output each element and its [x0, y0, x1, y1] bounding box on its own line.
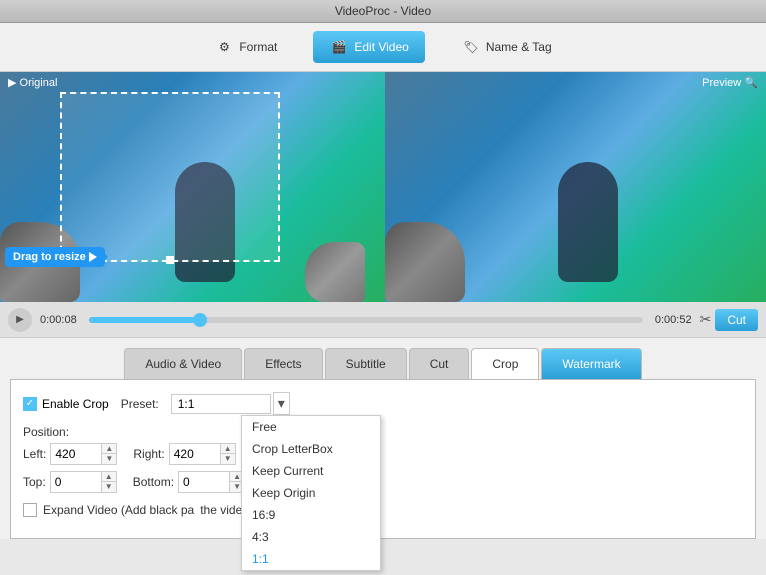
edit-video-icon: 🎬 — [329, 37, 349, 57]
drag-tooltip: Drag to resize — [5, 247, 105, 267]
drag-arrow-icon — [89, 252, 97, 262]
name-tag-label: Name & Tag — [486, 40, 552, 54]
tab-effects[interactable]: Effects — [244, 348, 322, 379]
expand-video-row: Expand Video (Add black pa the video) — [23, 503, 743, 517]
bottom-input[interactable] — [179, 473, 229, 491]
title-bar: VideoProc - Video — [0, 0, 766, 23]
timeline-slider[interactable] — [89, 317, 643, 323]
bottom-field-group: Bottom: ▲ ▼ — [133, 471, 245, 493]
format-button[interactable]: ⚙ Format — [198, 31, 293, 63]
left-spinner-up[interactable]: ▲ — [102, 444, 116, 454]
toolbar: ⚙ Format 🎬 Edit Video 🏷 Name & Tag — [0, 23, 766, 72]
enable-crop-row: ✓ Enable Crop Preset: ▾ — [23, 392, 743, 415]
right-label: Right: — [133, 447, 164, 461]
format-icon: ⚙ — [214, 37, 234, 57]
cut-button[interactable]: Cut — [715, 309, 758, 331]
preset-input[interactable] — [171, 394, 271, 414]
crop-overlay[interactable] — [60, 92, 280, 262]
end-time: 0:00:52 — [655, 314, 692, 326]
right-input-wrap[interactable]: ▲ ▼ — [169, 443, 236, 465]
original-video-panel: Drag to resize — [0, 72, 385, 302]
left-spinner-down[interactable]: ▼ — [102, 454, 116, 464]
dropdown-item-keep-current[interactable]: Keep Current — [242, 460, 380, 482]
name-tag-icon: 🏷 — [461, 37, 481, 57]
timeline-fill — [89, 317, 200, 323]
video-area: ▶ Original Preview 🔍 Drag to resize — [0, 72, 766, 302]
preset-label: Preset: — [121, 397, 159, 411]
crop-handle-bottom[interactable] — [166, 256, 174, 264]
left-input-wrap[interactable]: ▲ ▼ — [50, 443, 117, 465]
tab-crop[interactable]: Crop — [471, 348, 539, 379]
enable-crop-text: Enable Crop — [42, 397, 109, 411]
right-spinner-up[interactable]: ▲ — [221, 444, 235, 454]
preview-label: Preview 🔍 — [702, 76, 758, 89]
left-field-group: Left: ▲ ▼ — [23, 443, 117, 465]
fields-row-bottom: Top: ▲ ▼ Bottom: ▲ — [23, 471, 743, 493]
title-text: VideoProc - Video — [335, 4, 431, 18]
preset-dropdown-arrow[interactable]: ▾ — [273, 392, 290, 415]
right-input[interactable] — [170, 445, 220, 463]
tab-cut[interactable]: Cut — [409, 348, 470, 379]
format-label: Format — [239, 40, 277, 54]
scissors-icon: ✂ — [700, 311, 712, 328]
position-label: Position: — [23, 425, 743, 439]
dropdown-item-16-9[interactable]: 16:9 — [242, 504, 380, 526]
tabs-row: Audio & Video Effects Subtitle Cut Crop … — [0, 348, 766, 379]
left-input[interactable] — [51, 445, 101, 463]
tab-watermark[interactable]: Watermark — [541, 348, 641, 379]
left-spinners[interactable]: ▲ ▼ — [101, 444, 116, 464]
video-background-right — [385, 72, 766, 302]
original-label: ▶ Original — [8, 76, 57, 89]
top-label: Top: — [23, 475, 46, 489]
start-time: 0:00:08 — [40, 314, 77, 326]
edit-video-label: Edit Video — [354, 40, 409, 54]
tab-subtitle[interactable]: Subtitle — [325, 348, 407, 379]
cut-button-group: ✂ Cut — [700, 309, 758, 331]
bottom-input-wrap[interactable]: ▲ ▼ — [178, 471, 245, 493]
top-input-wrap[interactable]: ▲ ▼ — [50, 471, 117, 493]
enable-crop-checkbox[interactable]: ✓ — [23, 397, 37, 411]
dropdown-item-4-3[interactable]: 4:3 — [242, 526, 380, 548]
enable-crop-checkbox-label[interactable]: ✓ Enable Crop — [23, 397, 109, 411]
tab-audio-video[interactable]: Audio & Video — [124, 348, 242, 379]
dropdown-item-keep-origin[interactable]: Keep Origin — [242, 482, 380, 504]
right-field-group: Right: ▲ ▼ — [133, 443, 235, 465]
right-spinner-down[interactable]: ▼ — [221, 454, 235, 464]
crop-content-panel: ✓ Enable Crop Preset: ▾ Free Crop Letter… — [10, 379, 756, 539]
top-spinners[interactable]: ▲ ▼ — [101, 472, 116, 492]
preset-dropdown-menu: Free Crop LetterBox Keep Current Keep Or… — [241, 415, 381, 571]
expand-video-label: Expand Video (Add black pa — [43, 503, 194, 517]
rocks-decoration-right — [305, 242, 365, 302]
dropdown-item-free[interactable]: Free — [242, 416, 380, 438]
dropdown-item-crop-letterbox[interactable]: Crop LetterBox — [242, 438, 380, 460]
drag-tooltip-text: Drag to resize — [13, 251, 86, 263]
person-silhouette-right — [558, 162, 618, 282]
timeline-thumb[interactable] — [193, 313, 207, 327]
edit-video-button[interactable]: 🎬 Edit Video — [313, 31, 425, 63]
preview-video-panel — [385, 72, 766, 302]
rocks-decoration-right-panel — [385, 222, 465, 302]
bottom-label: Bottom: — [133, 475, 174, 489]
top-spinner-up[interactable]: ▲ — [102, 472, 116, 482]
position-section: Position: Left: ▲ ▼ Right: — [23, 425, 743, 493]
top-input[interactable] — [51, 473, 101, 491]
top-field-group: Top: ▲ ▼ — [23, 471, 117, 493]
expand-video-checkbox[interactable] — [23, 503, 37, 517]
left-label: Left: — [23, 447, 46, 461]
dropdown-item-1-1[interactable]: 1:1 — [242, 548, 380, 570]
preset-select[interactable]: ▾ — [171, 392, 290, 415]
top-spinner-down[interactable]: ▼ — [102, 482, 116, 492]
play-button[interactable]: ▶ — [8, 308, 32, 332]
right-spinners[interactable]: ▲ ▼ — [220, 444, 235, 464]
name-tag-button[interactable]: 🏷 Name & Tag — [445, 31, 568, 63]
fields-row-top: Left: ▲ ▼ Right: ▲ — [23, 443, 743, 465]
tabs-area: Audio & Video Effects Subtitle Cut Crop … — [0, 338, 766, 539]
timeline-bar: ▶ 0:00:08 0:00:52 ✂ Cut — [0, 302, 766, 338]
